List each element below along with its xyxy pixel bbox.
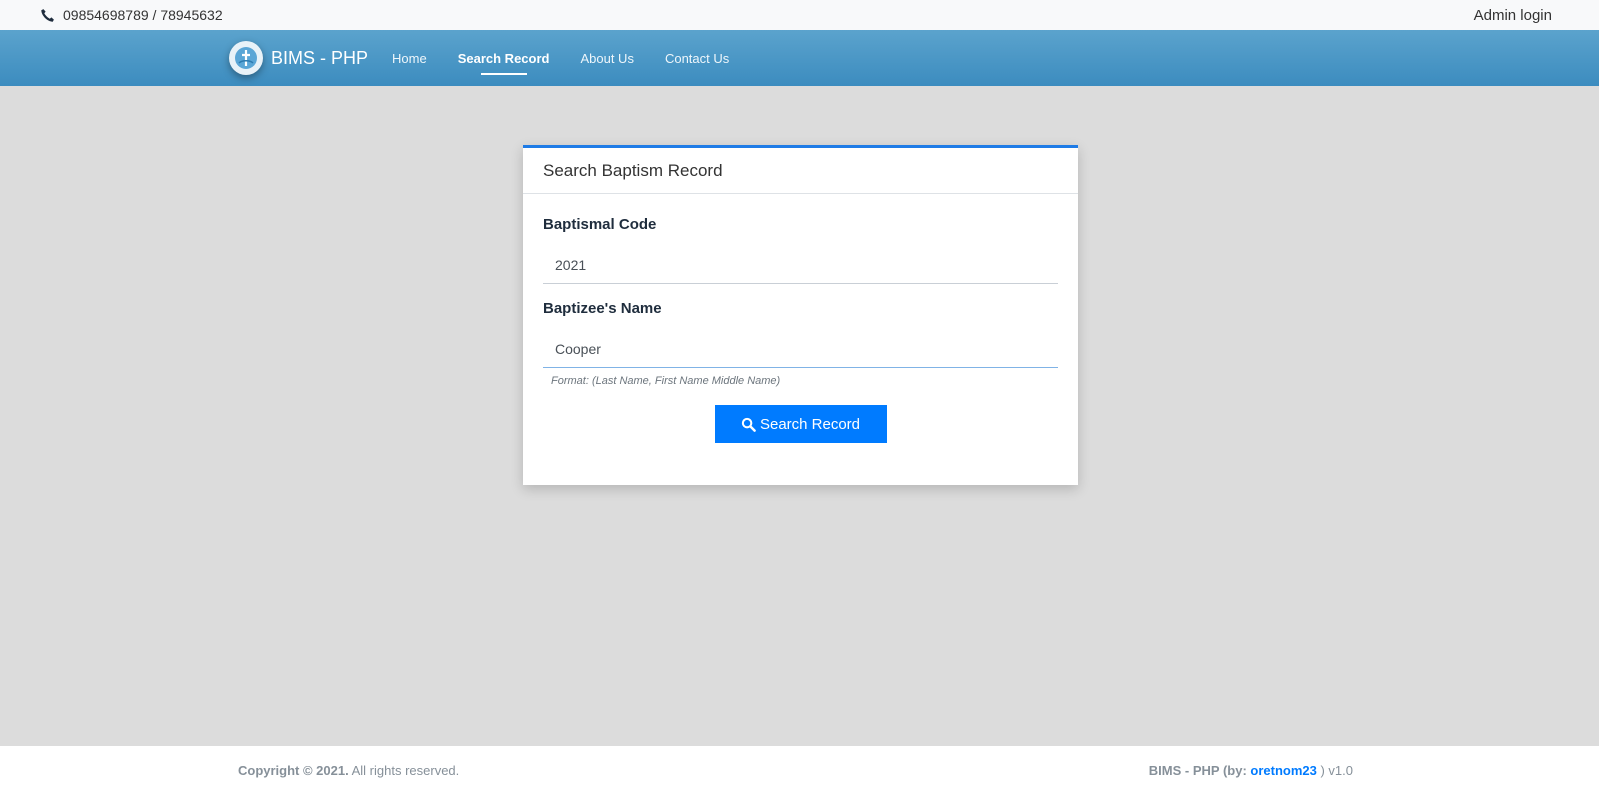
baptizee-name-group: Baptizee's Name: [543, 300, 1058, 368]
button-wrapper: Search Record: [543, 405, 1058, 443]
copyright-rest: All rights reserved.: [348, 763, 460, 778]
credit-suffix: ) v1.0: [1316, 763, 1353, 778]
search-icon: [741, 417, 756, 432]
search-record-button-label: Search Record: [759, 415, 861, 433]
nav-search-record[interactable]: Search Record: [458, 47, 549, 75]
copyright-year: Copyright © 2021.: [238, 763, 349, 778]
baptismal-code-label: Baptismal Code: [543, 216, 657, 233]
phone-number: 09854698789 / 78945632: [63, 7, 223, 23]
card-body: Baptismal Code Baptizee's Name Format: (…: [523, 194, 1078, 443]
credit-prefix: BIMS - PHP (by:: [1148, 763, 1251, 778]
main-navbar: BIMS - PHP Home Search Record About Us C…: [0, 30, 1599, 86]
card-title: Search Baptism Record: [523, 148, 1078, 194]
footer: Copyright © 2021. All rights reserved. B…: [0, 746, 1599, 795]
nav-about-us[interactable]: About Us: [580, 47, 633, 70]
baptizee-name-label: Baptizee's Name: [543, 300, 662, 317]
name-format-hint: Format: (Last Name, First Name Middle Na…: [551, 375, 781, 387]
nav-home[interactable]: Home: [392, 47, 427, 70]
baptismal-code-input[interactable]: [543, 246, 1058, 284]
baptizee-name-input[interactable]: [543, 330, 1058, 368]
brand-name: BIMS - PHP: [271, 47, 369, 68]
top-bar: 09854698789 / 78945632 Admin login: [0, 0, 1599, 30]
author-link[interactable]: oretnom23: [1250, 763, 1316, 778]
baptismal-code-group: Baptismal Code: [543, 216, 1058, 284]
nav-contact-us[interactable]: Contact Us: [665, 47, 729, 70]
credit: BIMS - PHP (by: oretnom23 ) v1.0: [1149, 763, 1353, 778]
copyright: Copyright © 2021. All rights reserved.: [238, 763, 459, 778]
search-record-button[interactable]: Search Record: [714, 405, 887, 443]
brand[interactable]: BIMS - PHP: [229, 41, 368, 75]
church-logo-icon: [229, 41, 263, 75]
phone-contact: 09854698789 / 78945632: [40, 7, 223, 23]
phone-icon: [41, 8, 54, 22]
admin-login-link[interactable]: Admin login: [1474, 7, 1552, 24]
search-card: Search Baptism Record Baptismal Code Bap…: [523, 145, 1078, 485]
